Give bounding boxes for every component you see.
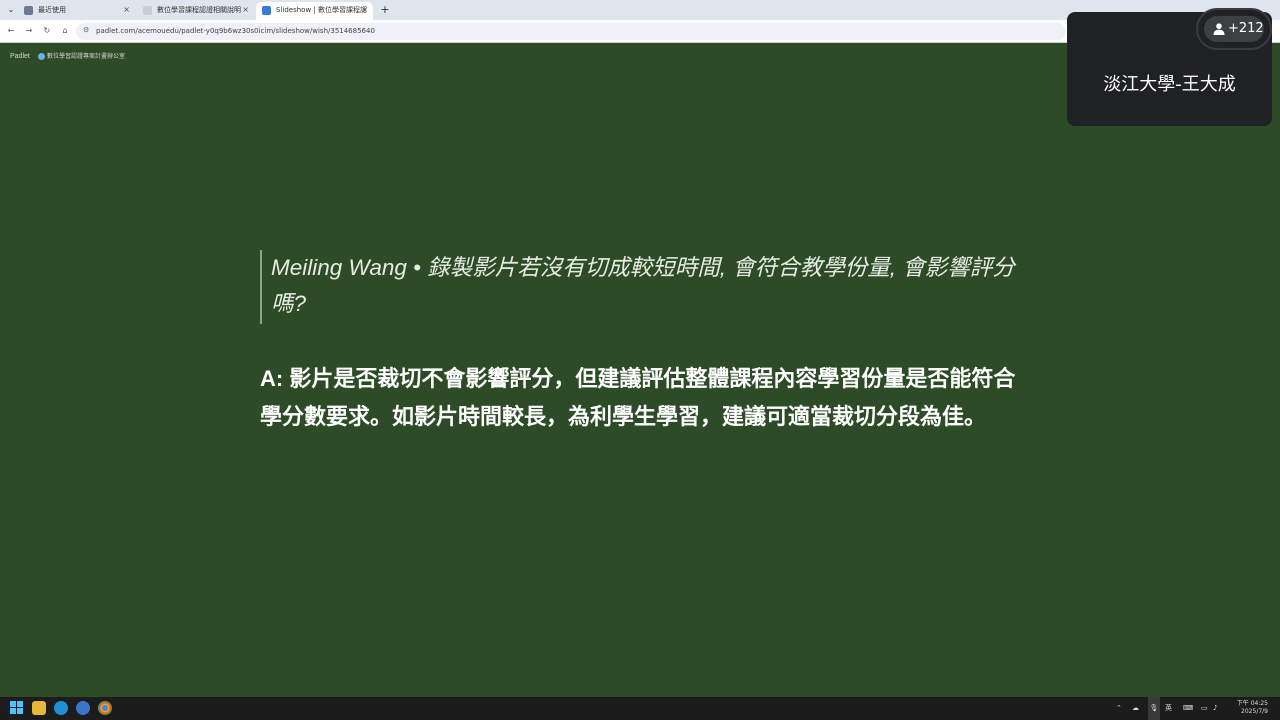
author-name[interactable]: 數位學習認證專案計畫辦公室 (47, 52, 125, 61)
input-language[interactable]: 英 (1165, 697, 1172, 720)
reload-icon[interactable]: ↻ (41, 25, 53, 37)
question-quote: Meiling Wang • 錄製影片若沒有切成較短時間, 會符合教學份量, 會… (260, 250, 1020, 324)
app-icon[interactable] (76, 701, 90, 715)
author-avatar (38, 53, 45, 60)
tab-favicon-icon (143, 6, 152, 15)
new-tab-button[interactable]: + (378, 2, 392, 18)
tab-certification-info[interactable]: 數位學習課程認證相關說明 × (137, 2, 254, 20)
edge-browser-icon[interactable] (54, 701, 68, 715)
tray-overflow-icon[interactable]: ⌃ (1116, 697, 1122, 720)
file-explorer-icon[interactable] (32, 701, 46, 715)
back-arrow-icon[interactable]: ← (5, 25, 17, 37)
system-clock[interactable]: 下午 04:25 2025/7/9 (1228, 700, 1268, 716)
tab-search-menu-icon[interactable]: ⌄ (4, 3, 18, 17)
url-text: padlet.com/acemouedu/padlet-y0q9b6wz30s0… (96, 27, 375, 35)
clock-time: 下午 04:25 (1236, 700, 1268, 707)
clock-date: 2025/7/9 (1241, 708, 1268, 715)
tab-close-icon[interactable]: × (361, 2, 368, 18)
display-icon[interactable]: ▭ (1201, 697, 1208, 720)
tab-close-icon[interactable]: × (123, 2, 130, 18)
tab-title: 數位學習課程認證相關說明 (157, 6, 241, 14)
chrome-icon[interactable] (98, 701, 112, 715)
padlet-logo[interactable]: Padlet (10, 53, 30, 60)
forward-arrow-icon[interactable]: → (23, 25, 35, 37)
tab-title: 最近使用 (38, 6, 66, 14)
person-icon (1213, 23, 1225, 35)
tab-title: Slideshow | 數位學習課程認 (276, 6, 367, 14)
ime-icon[interactable]: ⌨ (1183, 697, 1193, 720)
site-info-icon[interactable]: ⚙ (83, 26, 89, 34)
taskbar: ⌃ ☁ 🎙 英 ⌨ ▭ ♪ 下午 04:25 2025/7/9 (0, 697, 1280, 720)
address-bar[interactable]: ⚙ padlet.com/acemouedu/padlet-y0q9b6wz30… (76, 23, 1066, 40)
participant-count: +212 (1228, 21, 1264, 36)
answer-block: A: 影片是否裁切不會影響評分，但建議評估整體課程內容學習份量是否能符合學分數要… (260, 360, 1030, 436)
network-icon[interactable]: ☁ (1132, 697, 1139, 720)
tab-close-icon[interactable]: × (242, 2, 249, 18)
participant-count-pill: +212 (1204, 16, 1264, 42)
participant-name: 淡江大學-王大成 (1103, 74, 1236, 95)
windows-start-icon[interactable] (10, 701, 24, 715)
question-text: Meiling Wang • 錄製影片若沒有切成較短時間, 會符合教學份量, 會… (271, 255, 1015, 316)
tab-favicon-icon (24, 6, 33, 15)
tab-slideshow[interactable]: Slideshow | 數位學習課程認 × (256, 2, 373, 20)
tab-favicon-icon (262, 6, 271, 15)
tab-recent[interactable]: 最近使用 × (18, 2, 135, 20)
microphone-icon[interactable]: 🎙 (1148, 697, 1160, 720)
participant-count-badge[interactable]: +212 (1196, 8, 1272, 50)
home-icon[interactable]: ⌂ (59, 25, 71, 37)
answer-text: A: 影片是否裁切不會影響評分，但建議評估整體課程內容學習份量是否能符合學分數要… (260, 366, 1016, 429)
volume-icon[interactable]: ♪ (1213, 697, 1217, 720)
